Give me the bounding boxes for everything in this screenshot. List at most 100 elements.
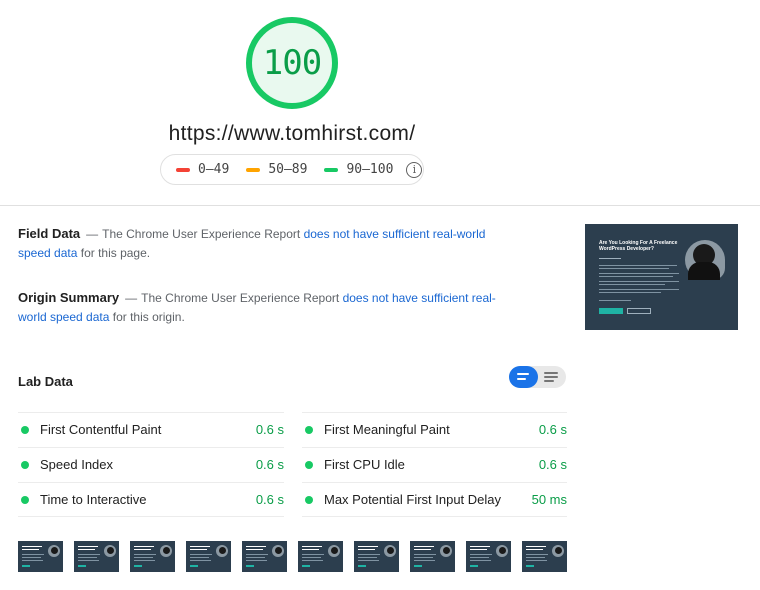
screenshot-text-line xyxy=(599,292,661,293)
filmstrip-mini-element xyxy=(470,554,492,555)
filmstrip-mini-element xyxy=(134,546,154,547)
expanded-view-icon[interactable] xyxy=(544,372,558,374)
origin-summary-text: The Chrome User Experience Report xyxy=(141,291,340,305)
filmstrip-mini-element xyxy=(22,557,41,558)
filmstrip-mini-element xyxy=(302,560,323,561)
filmstrip-mini-element xyxy=(470,557,489,558)
filmstrip-frame[interactable] xyxy=(242,541,287,572)
info-icon[interactable]: i xyxy=(406,161,423,178)
origin-summary-dash: — xyxy=(125,291,138,305)
field-data-title: Field Data xyxy=(18,226,81,241)
filmstrip-mini-element xyxy=(526,549,543,550)
field-data-section: Field Data — The Chrome User Experience Re… xyxy=(18,224,518,263)
filmstrip-mini-element xyxy=(499,547,506,554)
filmstrip-mini-element xyxy=(78,565,86,567)
filmstrip-mini-element xyxy=(275,547,282,554)
filmstrip-mini-element xyxy=(358,557,377,558)
filmstrip-mini-element xyxy=(246,565,254,567)
filmstrip-mini-element xyxy=(358,549,375,550)
filmstrip-mini-element xyxy=(246,560,267,561)
filmstrip-mini-element xyxy=(302,554,324,555)
filmstrip-mini-element xyxy=(358,554,380,555)
filmstrip-frame[interactable] xyxy=(466,541,511,572)
origin-summary-section: Origin Summary — The Chrome User Experienc… xyxy=(18,288,518,327)
filmstrip-frame[interactable] xyxy=(410,541,455,572)
filmstrip-mini-element xyxy=(414,546,434,547)
filmstrip-mini-element xyxy=(22,554,44,555)
filmstrip-mini-element xyxy=(302,549,319,550)
filmstrip-mini-element xyxy=(134,560,155,561)
metric-time-to-interactive: Time to Interactive 0.6 s xyxy=(18,482,284,516)
lab-data-title: Lab Data xyxy=(18,374,73,389)
filmstrip-mini-element xyxy=(443,547,450,554)
filmstrip-mini-element xyxy=(163,547,170,554)
filmstrip-frame[interactable] xyxy=(74,541,119,572)
filmstrip-frame[interactable] xyxy=(130,541,175,572)
screenshot-text-line xyxy=(599,281,679,282)
filmstrip-mini-element xyxy=(246,546,266,547)
filmstrip-mini-element xyxy=(78,554,100,555)
filmstrip-frame[interactable] xyxy=(354,541,399,572)
filmstrip-frame[interactable] xyxy=(298,541,343,572)
filmstrip-mini-element xyxy=(526,557,545,558)
filmstrip-frame[interactable] xyxy=(186,541,231,572)
filmstrip-mini-element xyxy=(470,565,478,567)
metric-view-toggle[interactable] xyxy=(509,366,566,388)
screenshot-text-line xyxy=(599,258,621,259)
filmstrip-mini-element xyxy=(246,557,265,558)
pass-dot-icon xyxy=(21,495,29,504)
pass-dot-icon xyxy=(305,460,313,469)
filmstrip-mini-element xyxy=(190,546,210,547)
legend-item-fail: 0–49 xyxy=(176,162,229,177)
filmstrip-frame[interactable] xyxy=(522,541,567,572)
metric-value: 50 ms xyxy=(531,492,567,507)
filmstrip-mini-element xyxy=(190,557,209,558)
metric-value: 0.6 s xyxy=(538,457,567,472)
pass-dot-icon xyxy=(21,425,29,434)
expanded-view-icon-line xyxy=(544,380,554,382)
metric-value: 0.6 s xyxy=(255,457,284,472)
screenshot-text-line xyxy=(599,265,677,266)
legend-item-pass: 90–100 xyxy=(324,162,393,177)
metric-label: Max Potential First Input Delay xyxy=(324,492,502,507)
filmstrip-mini-element xyxy=(331,547,338,554)
filmstrip-mini-element xyxy=(470,560,491,561)
metric-first-cpu-idle: First CPU Idle 0.6 s xyxy=(302,447,567,481)
filmstrip-mini-element xyxy=(302,557,321,558)
pass-bar-icon xyxy=(324,167,339,172)
filmstrip-mini-element xyxy=(190,554,212,555)
metric-first-contentful-paint: First Contentful Paint 0.6 s xyxy=(18,412,284,446)
compact-view-button[interactable] xyxy=(509,366,538,388)
performance-score-value: 100 xyxy=(262,43,322,83)
filmstrip-mini-element xyxy=(22,565,30,567)
metric-value: 0.6 s xyxy=(538,422,567,437)
final-screenshot[interactable]: Are You Looking For A Freelance WordPres… xyxy=(585,224,738,330)
filmstrip-frame[interactable] xyxy=(18,541,63,572)
filmstrip-mini-element xyxy=(78,557,97,558)
fail-bar-icon xyxy=(176,167,190,172)
filmstrip-mini-element xyxy=(134,549,151,550)
metric-divider xyxy=(302,516,567,517)
filmstrip-mini-element xyxy=(555,547,562,554)
screenshot-secondary-button xyxy=(627,308,651,314)
compact-view-icon xyxy=(517,373,529,375)
pass-dot-icon xyxy=(21,460,29,469)
expanded-view-icon-line xyxy=(544,376,558,378)
metric-max-potential-fid: Max Potential First Input Delay 50 ms xyxy=(302,482,567,516)
filmstrip-mini-element xyxy=(134,557,153,558)
field-data-dash: — xyxy=(86,227,99,241)
filmstrip-mini-element xyxy=(526,554,548,555)
metric-label: Speed Index xyxy=(40,457,114,472)
metric-label: First CPU Idle xyxy=(324,457,405,472)
field-data-text-end: for this page. xyxy=(80,246,151,260)
filmstrip-mini-element xyxy=(22,546,42,547)
screenshot-text-line xyxy=(599,289,679,290)
filmstrip-mini-element xyxy=(414,565,422,567)
metric-first-meaningful-paint: First Meaningful Paint 0.6 s xyxy=(302,412,567,446)
legend-item-average: 50–89 xyxy=(246,162,307,177)
metric-value: 0.6 s xyxy=(255,492,284,507)
metric-label: First Contentful Paint xyxy=(40,422,162,437)
origin-summary-title: Origin Summary xyxy=(18,290,120,305)
filmstrip-mini-element xyxy=(190,565,198,567)
filmstrip-mini-element xyxy=(219,547,226,554)
